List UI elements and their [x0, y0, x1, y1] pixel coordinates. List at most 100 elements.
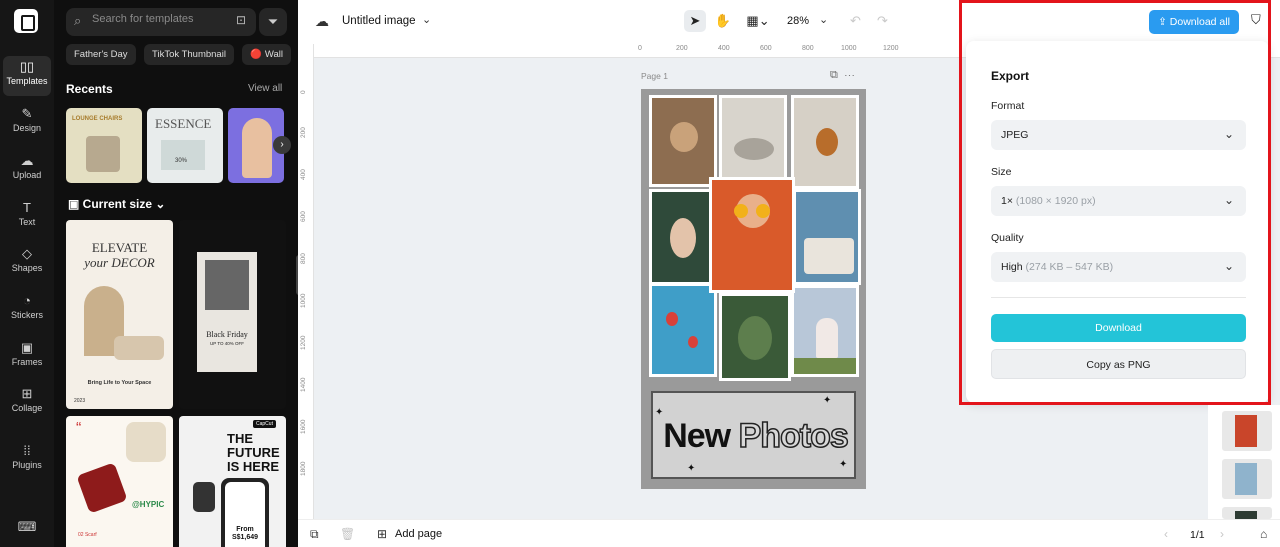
photo-leaves[interactable]: [719, 293, 791, 381]
format-value: JPEG: [1001, 129, 1029, 141]
expand-pages-icon[interactable]: ⌂: [1260, 527, 1267, 541]
poster-title[interactable]: New Photos: [653, 416, 858, 456]
chevron-down-icon: ⌄: [1223, 193, 1234, 207]
top-bar: ☁ Untitled image ⌄ ➤ ✋ ▦⌄ 28% ⌄ ↶ ↷ ⇪ Do…: [298, 0, 1280, 44]
size-select[interactable]: 1× (1080 × 1920 px) ⌄: [991, 186, 1246, 216]
chevron-down-icon[interactable]: ⌄: [422, 13, 431, 26]
templates-icon: ▯▯: [19, 59, 35, 74]
size-label: Size: [991, 166, 1012, 178]
view-all-link[interactable]: View all: [248, 83, 282, 94]
rail-item-upload[interactable]: ☁ Upload: [3, 150, 51, 190]
shield-icon[interactable]: ⛉: [1251, 12, 1261, 28]
add-page-button[interactable]: Add page: [395, 528, 442, 540]
template-scarf[interactable]: “ @HYPIC 02 Scarf: [66, 416, 173, 547]
chip-fathers-day[interactable]: Father's Day: [66, 44, 136, 65]
template-black-friday[interactable]: Black Friday UP TO 40% OFF: [179, 220, 286, 409]
photo-balloons[interactable]: [649, 283, 717, 377]
recent-thumb-text: ESSENCE: [155, 116, 212, 131]
keyboard-shortcuts-button[interactable]: ⌨: [3, 516, 51, 540]
page-actions: ⧉ ⋯: [830, 69, 855, 82]
select-tool-button[interactable]: ➤: [684, 10, 706, 32]
photo-girl-oranges[interactable]: [709, 177, 795, 293]
sweater-image: [126, 422, 166, 462]
bottom-bar: ⧉ 🗑 ⊞ Add page ‹ 1/1 › ⌂: [298, 519, 1280, 547]
collage-artboard[interactable]: ✦ ✦ ✦ ✦ New Photos: [641, 89, 866, 489]
rail-item-plugins[interactable]: ⁞⁞ Plugins: [3, 440, 51, 480]
image-search-icon[interactable]: ⊡: [236, 13, 246, 27]
app-logo[interactable]: [14, 9, 38, 33]
current-size-label: Current size: [82, 197, 153, 211]
format-select[interactable]: JPEG ⌄: [991, 120, 1246, 150]
camera-module-image: [193, 482, 215, 512]
thumbnail-page[interactable]: [1222, 411, 1272, 451]
rail-item-templates[interactable]: ▯▯ Templates: [3, 56, 51, 96]
ruler-tick: 1800: [300, 461, 307, 476]
trash-icon[interactable]: 🗑: [340, 527, 355, 541]
chip-tiktok-thumbnail[interactable]: TikTok Thumbnail: [144, 44, 234, 65]
thumbnail-image: [1235, 463, 1257, 495]
add-page-icon[interactable]: ⊞: [377, 527, 387, 541]
ruler-tick: 200: [676, 45, 688, 52]
chevron-down-icon: ⌄: [1223, 259, 1234, 273]
duplicate-icon[interactable]: ⧉: [830, 69, 838, 81]
template-year: 2023: [74, 398, 86, 404]
search-icon: ⌕: [74, 13, 82, 28]
thumbnail-page[interactable]: [1222, 507, 1272, 519]
rail-item-label: Upload: [12, 170, 42, 180]
ruler-tick: 1400: [300, 377, 307, 392]
redo-icon[interactable]: ↷: [877, 13, 888, 29]
photo-cat[interactable]: [649, 95, 717, 187]
layout-tool-button[interactable]: ▦⌄: [743, 10, 773, 32]
size-value: 1×: [1001, 195, 1013, 207]
quality-select[interactable]: High (274 KB – 547 KB) ⌄: [991, 252, 1246, 282]
more-icon[interactable]: ⋯: [844, 69, 855, 81]
photo-santorini[interactable]: [793, 189, 861, 285]
chevron-down-icon: ⌄: [152, 197, 166, 211]
current-size-filter[interactable]: ▣ Current size ⌄: [68, 197, 165, 211]
plugins-icon: ⁞⁞: [23, 443, 31, 458]
download-all-button[interactable]: ⇪ Download all: [1149, 10, 1239, 34]
recent-template-lounge-chairs[interactable]: LOUNGE CHAIRS: [66, 108, 142, 183]
chevron-down-icon[interactable]: ⌄: [819, 13, 828, 26]
filter-button[interactable]: ⏷: [259, 8, 287, 36]
page-counter: 1/1: [1190, 529, 1205, 541]
rail-item-stickers[interactable]: ◔ Stickers: [3, 290, 51, 330]
chevron-left-icon[interactable]: ‹: [1164, 527, 1168, 541]
layout-icon: ▦⌄: [746, 13, 770, 28]
document-title[interactable]: Untitled image: [342, 15, 416, 27]
export-icon: ⇪: [1158, 16, 1170, 28]
undo-icon[interactable]: ↶: [850, 13, 861, 29]
download-button[interactable]: Download: [991, 314, 1246, 342]
hand-tool-button[interactable]: ✋: [712, 10, 734, 32]
template-elevate-decor[interactable]: ELEVATE your DECOR Bring Life to Your Sp…: [66, 220, 173, 409]
photo-hand[interactable]: [649, 189, 717, 285]
frames-icon: ▣: [20, 340, 34, 355]
recents-heading: Recents: [66, 82, 113, 96]
cloud-sync-icon[interactable]: ☁: [315, 13, 329, 30]
rail-item-frames[interactable]: ▣ Frames: [3, 337, 51, 377]
zoom-level[interactable]: 28%: [787, 15, 809, 27]
photo-kitten-bed[interactable]: [719, 95, 787, 187]
search-input[interactable]: [92, 13, 252, 25]
copy-as-png-button[interactable]: Copy as PNG: [991, 349, 1246, 379]
keyboard-icon: ⌨: [17, 519, 37, 534]
photo-drink[interactable]: [791, 95, 859, 189]
rail-item-design[interactable]: ✎ Design: [3, 103, 51, 143]
layers-icon[interactable]: ⧉: [310, 527, 319, 542]
recents-next-button[interactable]: ›: [273, 136, 291, 154]
photo-flowers[interactable]: [791, 285, 859, 377]
left-rail: ▯▯ Templates ✎ Design ☁ Upload T Text ◇ …: [0, 0, 54, 547]
rail-item-shapes[interactable]: ◇ Shapes: [3, 243, 51, 283]
ruler-tick: 1200: [883, 45, 899, 52]
ruler-tick: 400: [300, 169, 307, 180]
thumbnail-page[interactable]: [1222, 459, 1272, 499]
hand-icon: ✋: [714, 13, 732, 28]
chevron-right-icon[interactable]: ›: [1220, 527, 1224, 541]
recent-template-essence[interactable]: ESSENCE 30%: [147, 108, 223, 183]
rail-item-collage[interactable]: ⊞ Collage: [3, 383, 51, 423]
chip-wall[interactable]: 🔴 Wall: [242, 44, 291, 65]
shapes-icon: ◇: [22, 246, 32, 261]
sofa-image: [114, 336, 164, 360]
rail-item-text[interactable]: T Text: [3, 197, 51, 237]
template-future-phone[interactable]: CapCut THE FUTURE IS HERE From S$1,649: [179, 416, 286, 547]
